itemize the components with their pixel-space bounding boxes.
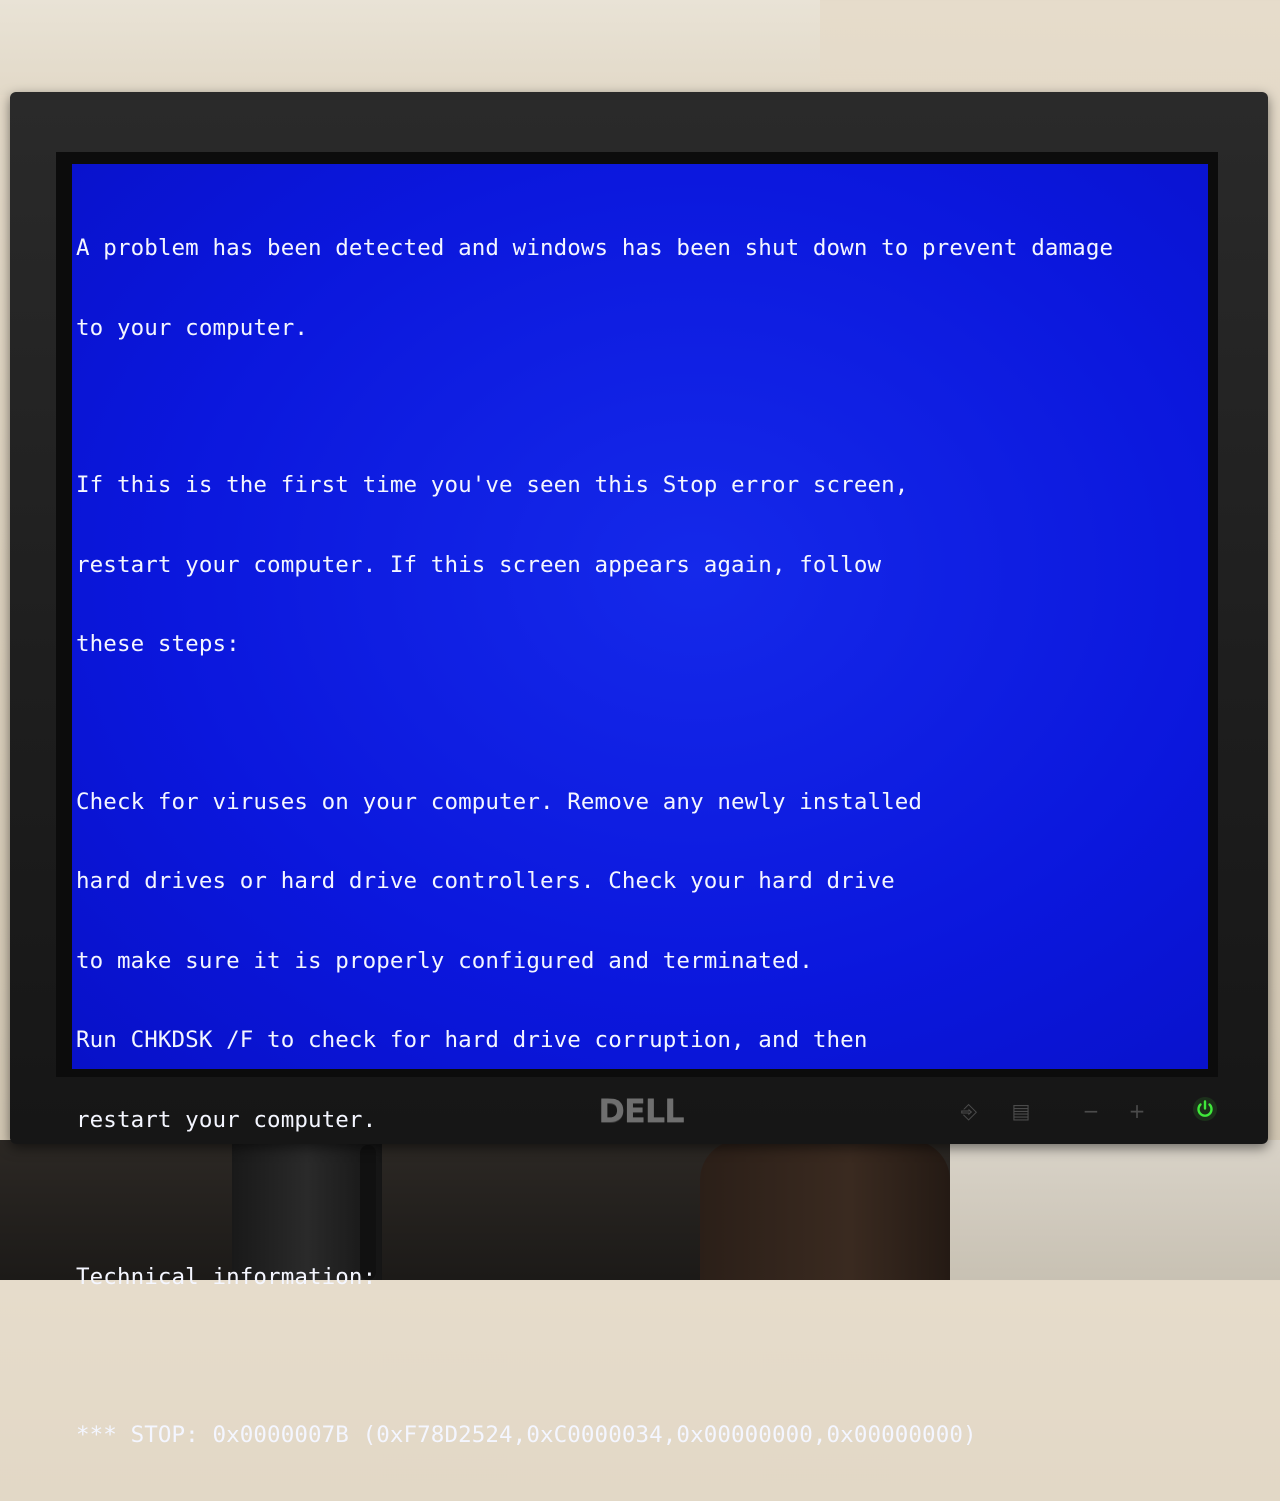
plus-icon[interactable]: + (1124, 1098, 1150, 1124)
bsod-line: hard drives or hard drive controllers. C… (76, 868, 895, 894)
bsod-line: to make sure it is properly configured a… (76, 947, 813, 974)
power-icon (1193, 1097, 1217, 1121)
bsod-line: Run CHKDSK /F to check for hard drive co… (76, 1027, 868, 1053)
menu-icon[interactable]: ▤ (1008, 1098, 1034, 1124)
bsod-line: If this is the first time you've seen th… (76, 472, 909, 498)
minus-icon[interactable]: − (1078, 1098, 1104, 1124)
stop-error-message: A problem has been detected and windows … (76, 182, 1198, 1501)
stop-code: *** STOP: 0x0000007B (0xF78D2524,0xC0000… (76, 1421, 977, 1448)
dell-logo: DELL (598, 1092, 684, 1130)
blue-screen-of-death: A problem has been detected and windows … (72, 164, 1208, 1448)
bsod-line: these steps: (76, 631, 240, 657)
monitor: A problem has been detected and windows … (10, 92, 1268, 1448)
technical-information-heading: Technical information: (76, 1264, 377, 1290)
bsod-line: A problem has been detected and windows … (76, 235, 1114, 261)
bsod-line: restart your computer. If this screen ap… (76, 551, 882, 578)
background-wall (0, 0, 820, 95)
bsod-line: Check for viruses on your computer. Remo… (76, 788, 923, 815)
bsod-line: to your computer. (76, 314, 308, 341)
input-source-icon[interactable]: ⎆ (956, 1098, 982, 1124)
power-button[interactable] (1192, 1096, 1218, 1122)
